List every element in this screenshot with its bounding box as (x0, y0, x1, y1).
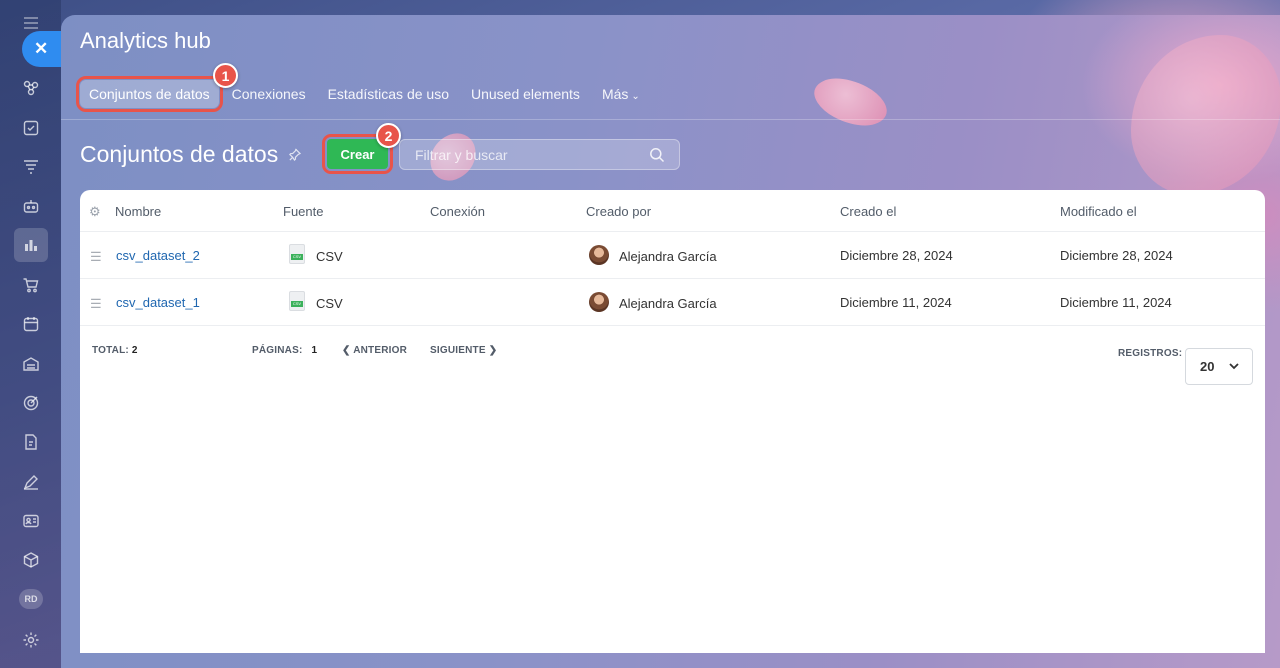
calendar-icon[interactable] (20, 313, 42, 335)
pages-indicator: PÁGINAS: 1 (252, 345, 317, 356)
dataset-modified-at: Diciembre 28, 2024 (1060, 248, 1173, 263)
dataset-source: CSV (316, 249, 343, 264)
page-title: Conjuntos de datos (80, 141, 279, 167)
table-header: ⚙ Nombre Fuente Conexión Creado por Crea… (80, 190, 1265, 232)
total-value: 2 (131, 345, 138, 356)
app-title: Analytics hub (80, 28, 211, 53)
csv-file-icon: CSV (289, 291, 305, 311)
next-page-button[interactable]: SIGUIENTE ❯ (430, 345, 497, 356)
left-sidebar: ✕ RD (0, 0, 62, 668)
chevron-down-icon (1228, 360, 1240, 375)
tasks-icon[interactable] (20, 117, 42, 139)
cart-icon[interactable] (20, 274, 42, 296)
analytics-icon[interactable] (14, 228, 48, 262)
robot-icon[interactable] (20, 195, 42, 217)
analytics-panel: Analytics hub Conjuntos de datos Conexio… (61, 15, 1280, 668)
table-footer: TOTAL: 2 PÁGINAS: 1 ❮ ANTERIOR SIGUIENTE… (80, 328, 1265, 378)
target-icon[interactable] (20, 392, 42, 414)
dataset-source: CSV (316, 296, 343, 311)
column-header-created-at[interactable]: Creado el (840, 204, 896, 219)
tab-unused-elements[interactable]: Unused elements (462, 80, 589, 108)
chevron-right-icon: ❯ (488, 345, 498, 356)
dataset-created-at: Diciembre 11, 2024 (840, 295, 952, 310)
chevron-left-icon: ❮ (342, 345, 351, 356)
tabs-divider (61, 119, 1280, 120)
decorative-flower (1131, 35, 1280, 195)
records-per-page-select[interactable]: 20 (1185, 348, 1253, 385)
tab-usage-stats[interactable]: Estadísticas de uso (319, 80, 458, 108)
search-input[interactable] (415, 146, 645, 163)
package-icon[interactable] (20, 549, 42, 571)
warehouse-icon[interactable] (20, 353, 42, 375)
chevron-down-icon: ⌄ (631, 91, 640, 102)
datasets-table: ⚙ Nombre Fuente Conexión Creado por Crea… (80, 190, 1265, 653)
tab-bar: Conjuntos de datos Conexiones Estadístic… (76, 76, 653, 112)
previous-page-button[interactable]: ❮ ANTERIOR (342, 345, 407, 356)
user-avatar-initials[interactable]: RD (19, 589, 43, 609)
tab-connections[interactable]: Conexiones (223, 80, 315, 108)
dataset-created-by[interactable]: Alejandra García (619, 296, 717, 311)
settings-gear-icon[interactable] (20, 629, 42, 651)
table-row[interactable]: ☰ csv_dataset_1 CSV CSV Alejandra García… (80, 279, 1265, 326)
column-settings-gear-icon[interactable]: ⚙ (89, 204, 101, 220)
dataset-modified-at: Diciembre 11, 2024 (1060, 295, 1172, 310)
user-avatar (589, 245, 609, 265)
decorative-petal (807, 65, 894, 139)
crm-icon[interactable] (20, 77, 42, 99)
column-header-name[interactable]: Nombre (115, 204, 161, 219)
filter-funnel-icon[interactable] (20, 156, 42, 178)
column-header-source[interactable]: Fuente (283, 204, 323, 219)
total-count: TOTAL: 2 (92, 345, 138, 356)
menu-icon[interactable] (23, 16, 39, 30)
column-header-modified-at[interactable]: Modificado el (1060, 204, 1137, 219)
tab-more[interactable]: Más ⌄ (593, 80, 649, 108)
records-label: REGISTROS: (1118, 348, 1183, 359)
user-avatar (589, 292, 609, 312)
records-per-page-value: 20 (1200, 359, 1215, 374)
total-label: TOTAL: (92, 345, 129, 356)
dataset-name-link[interactable]: csv_dataset_1 (116, 295, 200, 310)
search-icon[interactable] (649, 147, 665, 168)
search-box (399, 139, 680, 170)
close-slider-button[interactable]: ✕ (22, 31, 62, 67)
callout-badge-1: 1 (213, 63, 238, 88)
previous-label: ANTERIOR (353, 345, 408, 356)
pen-icon[interactable] (20, 471, 42, 493)
column-header-connection[interactable]: Conexión (430, 204, 485, 219)
next-label: SIGUIENTE (430, 345, 486, 356)
tab-datasets[interactable]: Conjuntos de datos (76, 76, 223, 112)
csv-file-icon: CSV (289, 244, 305, 264)
dataset-name-link[interactable]: csv_dataset_2 (116, 248, 200, 263)
row-menu-icon[interactable]: ☰ (90, 249, 102, 265)
table-row[interactable]: ☰ csv_dataset_2 CSV CSV Alejandra García… (80, 232, 1265, 279)
pin-icon[interactable] (288, 148, 302, 164)
dataset-created-at: Diciembre 28, 2024 (840, 248, 953, 263)
row-menu-icon[interactable]: ☰ (90, 296, 102, 312)
column-header-created-by[interactable]: Creado por (586, 204, 651, 219)
pages-value: 1 (311, 345, 318, 356)
tab-more-label: Más (601, 86, 629, 102)
callout-badge-2: 2 (376, 123, 401, 148)
dataset-created-by[interactable]: Alejandra García (619, 249, 717, 264)
pages-label: PÁGINAS: (252, 345, 303, 356)
contact-card-icon[interactable] (20, 510, 42, 532)
document-edit-icon[interactable] (20, 431, 42, 453)
